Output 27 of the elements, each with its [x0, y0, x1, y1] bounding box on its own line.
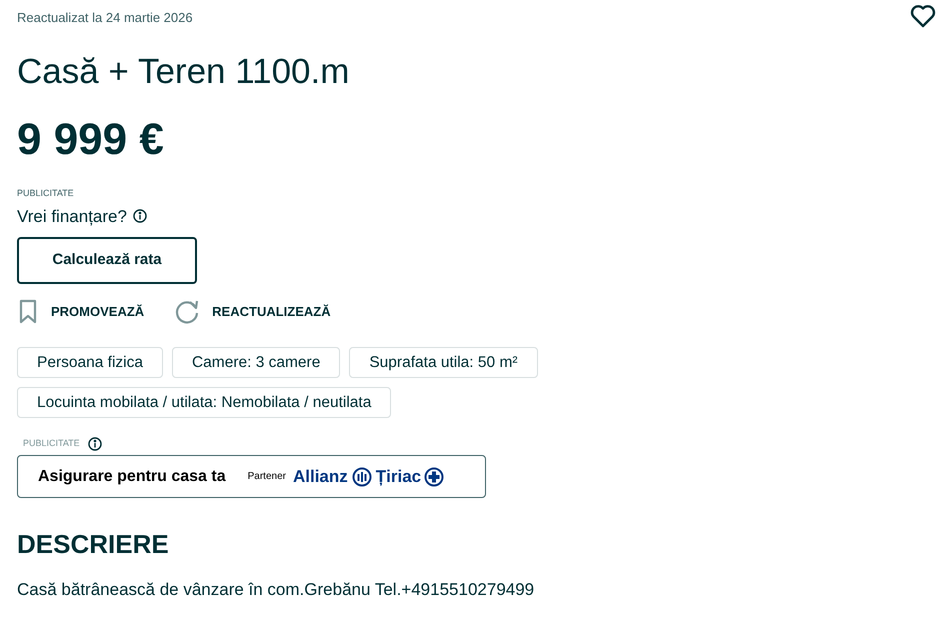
financing-question: Vrei finanțare?: [17, 206, 127, 228]
update-date: Reactualizat la 24 martie 2026: [17, 9, 193, 27]
cross-emblem-icon: [424, 466, 444, 486]
info-icon[interactable]: [88, 437, 102, 451]
refresh-icon: [174, 299, 200, 325]
section-heading: DESCRIERE: [17, 528, 170, 560]
listing-title: Casă + Teren 1100.m: [17, 51, 350, 93]
price: 9 999 €: [17, 114, 165, 166]
property-tag: Camere: 3 camere: [172, 347, 340, 378]
property-tag: Locuinta mobilata / utilata: Nemobilata / neutilata: [17, 387, 392, 418]
allianz-emblem-icon: [352, 466, 372, 486]
refresh-button[interactable]: REACTUALIZEAZĂ: [174, 299, 331, 325]
partner-label: Partener: [248, 470, 286, 484]
insurance-text: Asigurare pentru casa ta: [38, 466, 226, 486]
promote-button[interactable]: PROMOVEAZĂ: [17, 299, 144, 325]
info-icon[interactable]: [132, 209, 147, 224]
ad-label: PUBLICITATE: [23, 437, 80, 450]
insurer-logo-text: Țiriac: [376, 466, 422, 488]
ad-label: PUBLICITATE: [17, 187, 75, 200]
property-tag: Suprafata utila: 50 m²: [349, 347, 538, 378]
property-tag: Persoana fizica: [17, 347, 163, 378]
calculate-rate-button[interactable]: Calculează rata: [17, 237, 197, 284]
favorite-heart-icon[interactable]: [910, 4, 936, 28]
description-text: Casă bătrânească de vânzare în com.Grebănu Tel.+4915510279499: [17, 579, 536, 601]
bookmark-icon: [17, 299, 39, 325]
insurance-banner[interactable]: Asigurare pentru casa ta Partener Allianz Țiriac: [17, 455, 486, 498]
insurer-logo-text: Allianz: [292, 466, 348, 488]
